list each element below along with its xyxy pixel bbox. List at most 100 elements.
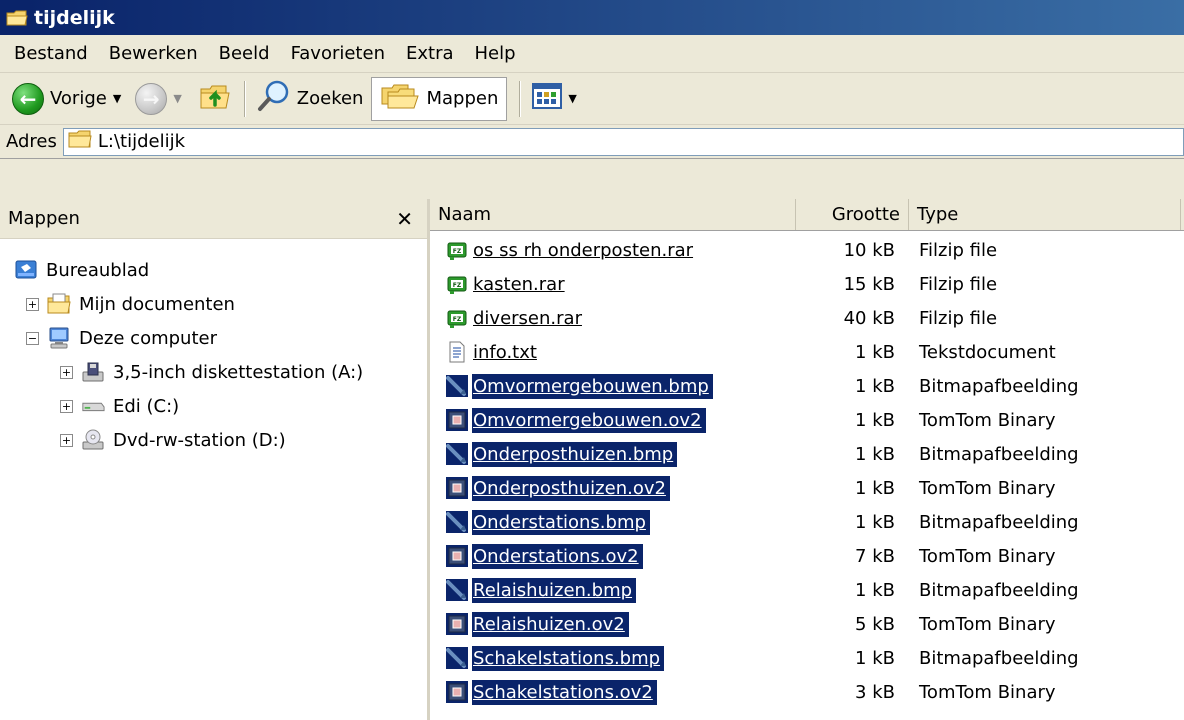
views-button[interactable]: ▼ — [528, 77, 580, 121]
file-name-cell: Relaishuizen.ov2 — [430, 611, 796, 637]
column-header-type[interactable]: Type — [909, 199, 1181, 230]
file-name-cell: FZ diversen.rar — [430, 306, 796, 331]
zip-archive-icon: FZ — [446, 307, 468, 329]
bitmap-file-icon — [446, 511, 468, 533]
file-row[interactable]: Onderposthuizen.ov2 1 kB TomTom Binary — [430, 471, 1184, 505]
bitmap-file-icon — [446, 579, 468, 601]
bitmap-file-icon — [446, 375, 468, 397]
file-name[interactable]: diversen.rar — [472, 306, 586, 331]
tree-item-label: 3,5-inch diskettestation (A:) — [113, 361, 364, 383]
file-name[interactable]: Omvormergebouwen.ov2 — [472, 407, 706, 433]
file-type: Filzip file — [919, 273, 998, 295]
back-dropdown-icon[interactable]: ▼ — [113, 92, 121, 105]
tree-item[interactable]: Bureaublad — [0, 253, 427, 287]
file-size: 10 kB — [843, 239, 895, 261]
folders-toggle-button[interactable]: Mappen — [371, 76, 508, 121]
file-size: 5 kB — [855, 613, 895, 635]
svg-text:FZ: FZ — [453, 316, 462, 323]
file-row[interactable]: FZ kasten.rar 15 kB Filzip file — [430, 267, 1184, 301]
bitmap-file-icon — [446, 647, 468, 669]
toolbar-separator — [243, 80, 245, 117]
file-type: TomTom Binary — [919, 681, 1056, 703]
file-name[interactable]: Onderposthuizen.ov2 — [472, 475, 670, 501]
menu-item-favorieten[interactable]: Favorieten — [291, 39, 385, 68]
file-rows: FZ os ss rh onderposten.rar 10 kB Filzip fi… — [430, 231, 1184, 709]
file-name[interactable]: Relaishuizen.bmp — [472, 577, 637, 603]
file-name[interactable]: Schakelstations.bmp — [472, 645, 665, 671]
expand-icon[interactable]: + — [26, 297, 39, 311]
collapse-icon[interactable]: − — [26, 331, 39, 345]
file-name-cell: Onderposthuizen.ov2 — [430, 475, 796, 501]
file-row[interactable]: FZ os ss rh onderposten.rar 10 kB Filzip fi… — [430, 233, 1184, 267]
title-bar[interactable]: tijdelijk — [0, 0, 1184, 35]
file-row[interactable]: info.txt 1 kB Tekstdocument — [430, 335, 1184, 369]
folders-pane-title: Mappen — [8, 208, 80, 229]
forward-dropdown-icon[interactable]: ▼ — [173, 92, 181, 105]
up-folder-button[interactable] — [194, 77, 236, 121]
file-size: 7 kB — [855, 545, 895, 567]
file-row[interactable]: Omvormergebouwen.bmp 1 kB Bitmapafbeelding — [430, 369, 1184, 403]
file-name-cell: Onderstations.ov2 — [430, 543, 796, 569]
file-row[interactable]: Onderposthuizen.bmp 1 kB Bitmapafbeelding — [430, 437, 1184, 471]
views-dropdown-icon[interactable]: ▼ — [568, 92, 576, 105]
tree-item[interactable]: + Dvd-rw-station (D:) — [0, 423, 427, 457]
file-size: 1 kB — [855, 511, 895, 533]
file-type: Tekstdocument — [919, 341, 1056, 363]
my-documents-icon — [47, 293, 71, 315]
file-type: Filzip file — [919, 239, 998, 261]
menu-item-extra[interactable]: Extra — [406, 39, 454, 68]
file-type: Bitmapafbeelding — [919, 443, 1079, 465]
menu-item-beeld[interactable]: Beeld — [219, 39, 270, 68]
file-name[interactable]: Onderposthuizen.bmp — [472, 441, 678, 467]
file-name-cell: info.txt — [430, 340, 796, 365]
file-row[interactable]: Omvormergebouwen.ov2 1 kB TomTom Binary — [430, 403, 1184, 437]
folder-up-icon — [198, 79, 232, 118]
forward-button[interactable]: → ▼ — [131, 77, 185, 121]
close-icon[interactable]: ✕ — [396, 207, 413, 231]
menu-item-help[interactable]: Help — [475, 39, 516, 68]
file-row[interactable]: Relaishuizen.ov2 5 kB TomTom Binary — [430, 607, 1184, 641]
tomtom-file-icon — [446, 681, 468, 703]
menu-item-bestand[interactable]: Bestand — [14, 39, 88, 68]
file-row[interactable]: Onderstations.ov2 7 kB TomTom Binary — [430, 539, 1184, 573]
file-name[interactable]: info.txt — [472, 340, 541, 365]
tree-item-label: Mijn documenten — [79, 293, 235, 315]
expand-icon[interactable]: + — [60, 399, 73, 413]
column-header-name[interactable]: Naam — [430, 199, 796, 230]
back-button[interactable]: ← Vorige ▼ — [8, 77, 125, 121]
forward-arrow-icon: → — [135, 82, 168, 115]
expand-icon[interactable]: + — [60, 433, 73, 447]
menu-item-bewerken[interactable]: Bewerken — [109, 39, 198, 68]
tree-item[interactable]: + Edi (C:) — [0, 389, 427, 423]
address-field[interactable]: L:\tijdelijk — [62, 127, 1184, 156]
expand-icon[interactable]: + — [60, 365, 73, 379]
file-row[interactable]: Schakelstations.bmp 1 kB Bitmapafbeelding — [430, 641, 1184, 675]
file-row[interactable]: Relaishuizen.bmp 1 kB Bitmapafbeelding — [430, 573, 1184, 607]
file-row[interactable]: Schakelstations.ov2 3 kB TomTom Binary — [430, 675, 1184, 709]
folders-pane-header: Mappen ✕ — [0, 199, 427, 239]
tree-item[interactable]: − Deze computer — [0, 321, 427, 355]
file-name[interactable]: os ss rh onderposten.rar — [472, 238, 697, 263]
file-name[interactable]: Schakelstations.ov2 — [472, 679, 657, 705]
tomtom-file-icon — [446, 613, 468, 635]
file-name[interactable]: Omvormergebouwen.bmp — [472, 373, 713, 399]
tree-item[interactable]: + Mijn documenten — [0, 287, 427, 321]
file-size: 1 kB — [855, 579, 895, 601]
file-name[interactable]: kasten.rar — [472, 272, 569, 297]
file-row[interactable]: Onderstations.bmp 1 kB Bitmapafbeelding — [430, 505, 1184, 539]
file-name[interactable]: Onderstations.ov2 — [472, 543, 643, 569]
file-type: Bitmapafbeelding — [919, 375, 1079, 397]
file-name[interactable]: Onderstations.bmp — [472, 509, 650, 535]
column-header-size[interactable]: Grootte — [796, 199, 909, 230]
file-type: Bitmapafbeelding — [919, 579, 1079, 601]
svg-text:FZ: FZ — [453, 248, 462, 255]
folders-pane: Mappen ✕ Bureaublad + Mijn documenten − Deze… — [0, 199, 430, 720]
file-name[interactable]: Relaishuizen.ov2 — [472, 611, 629, 637]
views-icon — [532, 83, 563, 114]
search-button[interactable]: Zoeken — [253, 77, 368, 121]
file-name-cell: Schakelstations.ov2 — [430, 679, 796, 705]
file-size: 1 kB — [855, 375, 895, 397]
file-row[interactable]: FZ diversen.rar 40 kB Filzip file — [430, 301, 1184, 335]
tree-item[interactable]: +3,5-inch diskettestation (A:) — [0, 355, 427, 389]
file-name-cell: Schakelstations.bmp — [430, 645, 796, 671]
